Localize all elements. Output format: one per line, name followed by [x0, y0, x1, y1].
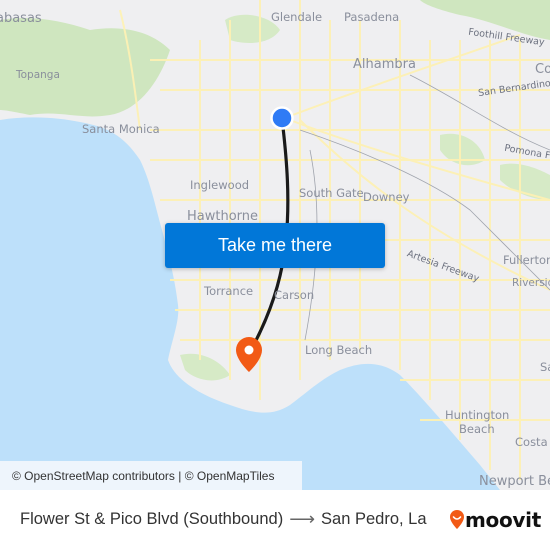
place-long-beach: Long Beach — [305, 343, 373, 357]
place-glendale: Glendale — [271, 10, 323, 24]
take-me-there-button[interactable]: Take me there — [165, 223, 385, 268]
moovit-wordmark: moovit — [465, 508, 541, 532]
moovit-logo[interactable]: moovit — [449, 508, 541, 532]
map-attribution[interactable]: © OpenStreetMap contributors | © OpenMap… — [0, 461, 302, 490]
place-carson: Carson — [274, 288, 315, 302]
place-santa-ana: Sa — [540, 360, 550, 374]
place-newport-beach: Newport Be — [479, 474, 550, 489]
destination-name: San Pedro, La — [321, 510, 427, 528]
origin-marker[interactable] — [270, 106, 294, 130]
route-summary: Flower St & Pico Blvd (Southbound) ⟶ San… — [20, 509, 427, 530]
place-topanga: Topanga — [16, 69, 60, 81]
place-costa-mesa: Costa M — [515, 435, 550, 449]
place-beach: Beach — [459, 422, 495, 436]
place-alhambra: Alhambra — [353, 57, 416, 72]
place-south-gate: South Gate — [299, 186, 364, 200]
footer-bar: Flower St & Pico Blvd (Southbound) ⟶ San… — [0, 490, 550, 550]
destination-marker-icon[interactable] — [236, 337, 262, 372]
place-torrance: Torrance — [204, 284, 254, 298]
arrow-right-icon: ⟶ — [289, 509, 316, 529]
place-downey: Downey — [363, 190, 410, 204]
place-calabasas: abasas — [0, 11, 42, 26]
place-hawthorne: Hawthorne — [187, 209, 259, 224]
place-riverside: Riverside — [512, 277, 550, 289]
map[interactable]: abasas Glendale Pasadena Alhambra Topang… — [0, 0, 550, 490]
place-covina: Co — [535, 62, 550, 77]
place-fullerton: Fullerton — [503, 253, 550, 267]
place-huntington: Huntington — [445, 408, 510, 422]
moovit-pin-icon — [450, 510, 464, 529]
place-inglewood: Inglewood — [190, 178, 250, 192]
origin-stop-name: Flower St & Pico Blvd (Southbound) — [20, 510, 284, 528]
place-santa-monica: Santa Monica — [82, 122, 160, 136]
place-pasadena: Pasadena — [344, 10, 400, 24]
